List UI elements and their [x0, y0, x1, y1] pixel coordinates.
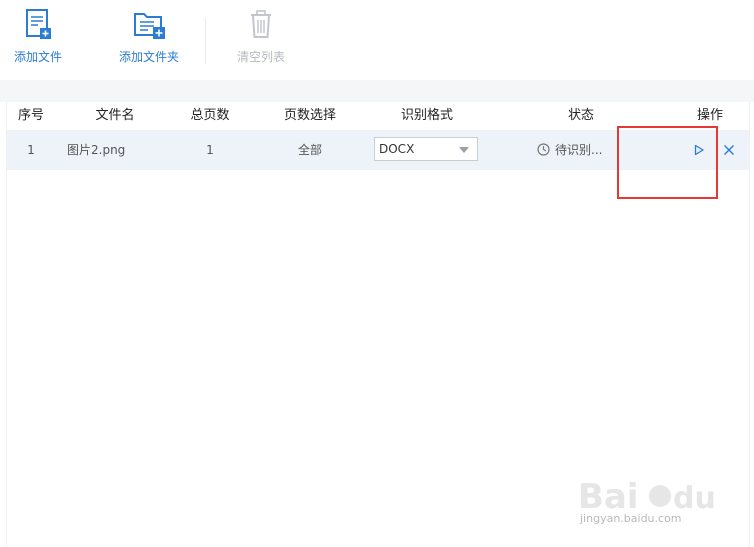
add-folder-icon	[134, 13, 165, 39]
add-file-label: 添加文件	[13, 50, 62, 64]
row-status-text: 待识别...	[555, 143, 603, 157]
format-select[interactable]: DOCX	[374, 137, 478, 161]
row-page-selection[interactable]: 全部	[265, 130, 355, 170]
header-format: 识别格式	[400, 108, 453, 123]
toolbar-separator-band	[0, 80, 754, 102]
header-file-name: 文件名	[95, 108, 135, 123]
format-select-value: DOCX	[379, 142, 415, 156]
add-folder-label: 添加文件夹	[118, 50, 179, 64]
row-total-pages: 1	[206, 143, 214, 157]
trash-icon	[251, 10, 271, 38]
header-index: 序号	[17, 108, 44, 123]
add-file-icon	[26, 9, 51, 39]
header-status: 状态	[567, 108, 594, 123]
row-index: 1	[27, 143, 35, 157]
table-row[interactable]: 1 图片2.png 1 全部 DOCX 待识别...	[7, 130, 749, 170]
row-status: 待识别...	[537, 130, 602, 170]
row-file-name: 图片2.png	[67, 143, 126, 157]
header-page-selection: 页数选择	[283, 108, 336, 123]
header-actions: 操作	[696, 108, 723, 123]
dropdown-arrow-icon	[459, 147, 469, 153]
clock-icon	[537, 143, 550, 156]
clear-list-button[interactable]: 清空列表	[232, 8, 290, 65]
add-folder-button[interactable]: 添加文件夹	[112, 8, 186, 65]
play-icon[interactable]	[693, 144, 705, 156]
add-file-button[interactable]: 添加文件	[8, 8, 68, 65]
watermark-url: jingyan.baidu.com	[580, 512, 682, 525]
svg-text:Bai: Bai	[578, 477, 639, 517]
clear-list-label: 清空列表	[236, 50, 285, 64]
svg-text:du: du	[673, 481, 716, 516]
toolbar-divider	[205, 18, 206, 64]
header-total-pages: 总页数	[190, 108, 230, 123]
toolbar: 添加文件 添加文件夹 清空列表	[0, 0, 754, 80]
table-header: 序号 文件名 总页数 页数选择 识别格式 状态 操作	[7, 102, 749, 130]
close-icon[interactable]	[723, 144, 735, 156]
